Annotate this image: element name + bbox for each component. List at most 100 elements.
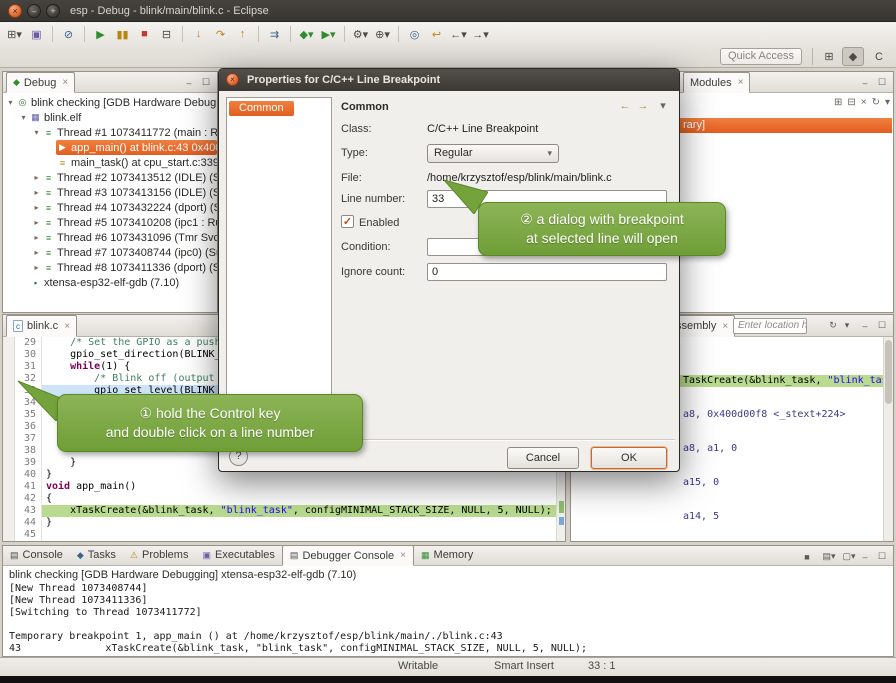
tab-blink-c[interactable]: c blink.c × (6, 315, 77, 337)
new-wizard-button[interactable]: ⊞▾ (4, 24, 25, 44)
ruler-mark-occurrence[interactable] (559, 517, 564, 525)
tree-row-thread4[interactable]: ▸≡Thread #4 1073432224 (dport) (Sus (3, 200, 217, 215)
line-number[interactable]: 29 (15, 337, 42, 349)
minimize-view-icon[interactable]: – (857, 318, 873, 333)
tab-executables[interactable]: ▣Executables (195, 545, 281, 565)
line-number[interactable]: 30 (15, 349, 42, 361)
window-close-icon[interactable]: × (8, 4, 22, 18)
line-number[interactable]: 38 (15, 445, 42, 457)
collapse-all-icon[interactable]: ⊞ (834, 97, 842, 108)
scrollbar-thumb[interactable] (885, 340, 892, 404)
close-icon[interactable]: × (400, 550, 406, 561)
expander-icon[interactable]: ▸ (31, 248, 42, 257)
disconnect-button[interactable]: ⊟ (156, 24, 177, 44)
ignore-count-input[interactable] (427, 263, 667, 281)
view-menu-icon[interactable]: ▾ (839, 318, 855, 333)
maximize-view-icon[interactable]: ☐ (198, 75, 214, 90)
quick-access-button[interactable]: Quick Access (720, 48, 802, 65)
tree-row-launch[interactable]: ▾◎blink checking [GDB Hardware Debug (3, 95, 217, 110)
suspend-button[interactable]: ▮▮ (112, 24, 133, 44)
line-number[interactable]: 41 (15, 481, 42, 493)
tab-memory[interactable]: ▦Memory (414, 545, 480, 565)
code-line[interactable]: 41void app_main() (3, 481, 565, 493)
skip-breakpoints-button[interactable]: ⊘ (58, 24, 79, 44)
maximize-view-icon[interactable]: ☐ (874, 318, 890, 333)
tree-row-gdb[interactable]: ▪xtensa-esp32-elf-gdb (7.10) (3, 275, 217, 290)
step-into-button[interactable]: ↓ (188, 24, 209, 44)
sidebar-item-common[interactable]: Common (229, 101, 294, 116)
tab-debug[interactable]: ◆ Debug × (6, 72, 75, 93)
nav-back-icon[interactable]: ← (617, 98, 633, 114)
expander-icon[interactable]: ▸ (31, 173, 42, 182)
line-number[interactable]: 39 (15, 457, 42, 469)
debug-perspective-button[interactable]: ◆ (842, 47, 864, 66)
back-button[interactable]: ←▾ (448, 24, 469, 44)
terminate-button[interactable]: ■ (134, 24, 155, 44)
terminate-console-icon[interactable]: ■ (799, 549, 815, 564)
console-output[interactable]: blink checking [GDB Hardware Debugging] … (3, 566, 893, 656)
scrollbar[interactable] (883, 337, 893, 541)
line-number[interactable]: 31 (15, 361, 42, 373)
code-line[interactable]: 42{ (3, 493, 565, 505)
ruler-mark-current-line[interactable] (559, 501, 564, 513)
tab-debugger-console[interactable]: ▤Debugger Console× (282, 545, 414, 566)
remove-icon[interactable]: × (861, 97, 867, 108)
tree-row-thread7[interactable]: ▸≡Thread #7 1073408744 (ipc0) (Susp (3, 245, 217, 260)
maximize-view-icon[interactable]: ☐ (874, 549, 890, 564)
window-minimize-icon[interactable]: – (27, 4, 41, 18)
code-line[interactable]: 45 (3, 529, 565, 541)
line-number[interactable]: 40 (15, 469, 42, 481)
search-button[interactable]: ◎ (404, 24, 425, 44)
maximize-view-icon[interactable]: ☐ (874, 75, 890, 90)
tree-row-thread8[interactable]: ▸≡Thread #8 1073411336 (dport) (Sus (3, 260, 217, 275)
close-icon[interactable]: × (722, 321, 728, 332)
expander-icon[interactable]: ▾ (18, 113, 29, 122)
step-return-button[interactable]: ↑ (232, 24, 253, 44)
window-maximize-icon[interactable]: + (46, 4, 60, 18)
type-select[interactable]: Regular▾ (427, 144, 559, 163)
last-edit-location-button[interactable]: ↩ (426, 24, 447, 44)
forward-button[interactable]: →▾ (470, 24, 491, 44)
ok-button[interactable]: OK (591, 447, 667, 469)
location-input[interactable]: Enter location here (733, 318, 807, 334)
expander-icon[interactable]: ▸ (31, 188, 42, 197)
line-number[interactable]: 45 (15, 529, 42, 541)
code-line[interactable]: 44} (3, 517, 565, 529)
tree-row-thread3[interactable]: ▸≡Thread #3 1073413156 (IDLE) (Susp (3, 185, 217, 200)
modules-selected-row[interactable]: rary] (679, 118, 892, 133)
line-number[interactable]: 37 (15, 433, 42, 445)
debug-button[interactable]: ◆▾ (296, 24, 317, 44)
expander-icon[interactable]: ▸ (31, 233, 42, 242)
tab-modules[interactable]: Modules × (683, 72, 750, 93)
external-tools-button[interactable]: ⚙▾ (350, 24, 371, 44)
display-console-icon[interactable]: ▢▾ (841, 549, 857, 564)
open-console-icon[interactable]: ▤▾ (821, 549, 837, 564)
expander-icon[interactable]: ▾ (31, 128, 42, 137)
resume-button[interactable]: ▶ (90, 24, 111, 44)
expand-all-icon[interactable]: ⊟ (847, 97, 855, 108)
expander-icon[interactable]: ▸ (31, 203, 42, 212)
line-number[interactable]: 36 (15, 421, 42, 433)
tab-problems[interactable]: ⚠Problems (123, 545, 196, 565)
line-number[interactable]: 44 (15, 517, 42, 529)
minimize-view-icon[interactable]: – (857, 75, 873, 90)
minimize-view-icon[interactable]: – (181, 75, 197, 90)
instruction-stepping-button[interactable]: ⇉ (264, 24, 285, 44)
code-line-current[interactable]: 43 xTaskCreate(&blink_task, "blink_task"… (3, 505, 565, 517)
dialog-close-icon[interactable]: × (226, 73, 239, 86)
tree-row-thread6[interactable]: ▸≡Thread #6 1073431096 (Tmr Svc) (S (3, 230, 217, 245)
line-number[interactable]: 43 (15, 505, 42, 517)
view-menu-icon[interactable]: ▾ (885, 97, 890, 108)
open-perspective-button[interactable]: ⊞ (818, 47, 840, 66)
tree-row-thread5[interactable]: ▸≡Thread #5 1073410208 (ipc1 : Runni (3, 215, 217, 230)
close-icon[interactable]: × (62, 77, 68, 88)
minimize-view-icon[interactable]: – (857, 549, 873, 564)
close-icon[interactable]: × (64, 321, 70, 332)
enabled-checkbox[interactable]: ✓ (341, 215, 354, 228)
run-button[interactable]: ▶▾ (318, 24, 339, 44)
tree-row-binary[interactable]: ▾▦blink.elf (3, 110, 217, 125)
tree-row-thread2[interactable]: ▸≡Thread #2 1073413512 (IDLE) (Susp (3, 170, 217, 185)
save-button[interactable]: ▣ (26, 24, 47, 44)
expander-icon[interactable]: ▸ (31, 263, 42, 272)
refresh-icon[interactable]: ↻ (872, 97, 880, 108)
